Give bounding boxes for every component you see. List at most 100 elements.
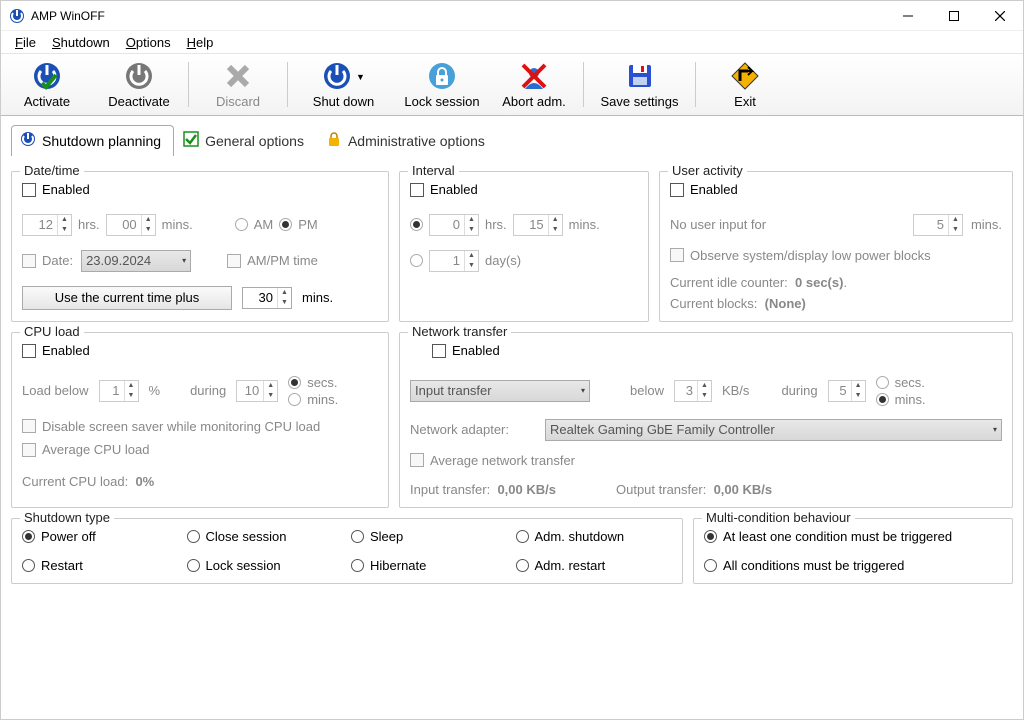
net-avg-checkbox[interactable]: Average network transfer	[410, 453, 575, 468]
menubar: File Shutdown Options Help	[1, 31, 1023, 53]
close-button[interactable]	[977, 1, 1023, 31]
transfer-type-dropdown[interactable]: Input transfer▾	[410, 380, 590, 402]
cpu-secs-radio[interactable]: secs.	[288, 375, 338, 390]
app-icon	[9, 8, 25, 24]
datetime-mins-spinner[interactable]: ▲▼	[106, 214, 156, 236]
adapter-dropdown[interactable]: Realtek Gaming GbE Family Controller▾	[545, 419, 1002, 441]
power-small-icon	[20, 131, 36, 150]
lock-session-radio[interactable]: Lock session	[187, 558, 344, 573]
interval-legend: Interval	[408, 163, 459, 178]
pm-radio[interactable]: PM	[279, 217, 318, 232]
tab-admin-label: Administrative options	[348, 133, 485, 149]
interval-mins-spinner[interactable]: ▲▼	[513, 214, 563, 236]
cpu-below-spinner[interactable]: ▲▼	[99, 380, 139, 402]
datetime-enabled-checkbox[interactable]: Enabled	[22, 182, 90, 197]
menu-options[interactable]: Options	[118, 33, 179, 52]
date-dropdown[interactable]: 23.09.2024▾	[81, 250, 191, 272]
activate-label: Activate	[24, 94, 70, 109]
power-blue-icon	[322, 60, 352, 92]
useractivity-enabled-checkbox[interactable]: Enabled	[670, 182, 738, 197]
cpu-group: CPU load Enabled Load below ▲▼ % during …	[11, 332, 389, 508]
save-settings-button[interactable]: Save settings	[587, 58, 692, 111]
net-below-spinner[interactable]: ▲▼	[674, 380, 712, 402]
observe-checkbox[interactable]: Observe system/display low power blocks	[670, 248, 931, 263]
exit-label: Exit	[734, 94, 756, 109]
tabbar: Shutdown planning General options Admini…	[1, 116, 1023, 155]
network-group: Network transfer Enabled Input transfer▾…	[399, 332, 1013, 508]
lock-small-icon	[326, 131, 342, 150]
abort-adm-button[interactable]: Abort adm.	[488, 58, 580, 111]
multicond-all-radio[interactable]: All conditions must be triggered	[704, 558, 1002, 573]
adm-shutdown-radio[interactable]: Adm. shutdown	[516, 529, 673, 544]
multicond-one-radio[interactable]: At least one condition must be triggered	[704, 529, 1002, 544]
poweroff-radio[interactable]: Power off	[22, 529, 179, 544]
menu-help[interactable]: Help	[179, 33, 222, 52]
datetime-group: Date/time Enabled ▲▼ hrs. ▲▼ mins. AM PM…	[11, 171, 389, 322]
close-session-radio[interactable]: Close session	[187, 529, 344, 544]
cpu-avg-checkbox[interactable]: Average CPU load	[22, 442, 149, 457]
interval-days-radio[interactable]	[410, 254, 423, 267]
deactivate-label: Deactivate	[108, 94, 169, 109]
power-gray-icon	[124, 60, 154, 92]
interval-hours-spinner[interactable]: ▲▼	[429, 214, 479, 236]
net-mins-radio[interactable]: mins.	[876, 392, 926, 407]
exit-button[interactable]: Exit	[699, 58, 791, 111]
app-window: AMP WinOFF File Shutdown Options Help Ac…	[0, 0, 1024, 720]
abort-label: Abort adm.	[502, 94, 566, 109]
interval-hrs-radio[interactable]	[410, 218, 423, 231]
cpu-mins-radio[interactable]: mins.	[288, 392, 338, 407]
interval-enabled-checkbox[interactable]: Enabled	[410, 182, 478, 197]
am-radio[interactable]: AM	[235, 217, 274, 232]
interval-group: Interval Enabled ▲▼ hrs. ▲▼ mins. ▲▼ day…	[399, 171, 649, 322]
discard-button[interactable]: Discard	[192, 58, 284, 111]
shutdown-label: Shut down	[313, 94, 374, 109]
interval-days-spinner[interactable]: ▲▼	[429, 250, 479, 272]
chevron-down-icon: ▼	[356, 72, 365, 82]
hibernate-radio[interactable]: Hibernate	[351, 558, 508, 573]
cpu-during-spinner[interactable]: ▲▼	[236, 380, 278, 402]
minimize-button[interactable]	[885, 1, 931, 31]
menu-file[interactable]: File	[7, 33, 44, 52]
tab-admin-options[interactable]: Administrative options	[317, 125, 498, 156]
shutdown-type-group: Shutdown type Power off Close session Sl…	[11, 518, 683, 584]
shutdown-type-legend: Shutdown type	[20, 510, 114, 525]
tab-shutdown-planning[interactable]: Shutdown planning	[11, 125, 174, 156]
cpu-enabled-checkbox[interactable]: Enabled	[22, 343, 90, 358]
lock-session-button[interactable]: Lock session	[396, 58, 488, 111]
menu-shutdown[interactable]: Shutdown	[44, 33, 118, 52]
discard-label: Discard	[216, 94, 260, 109]
multicond-group: Multi-condition behaviour At least one c…	[693, 518, 1013, 584]
deactivate-button[interactable]: Deactivate	[93, 58, 185, 111]
exit-icon	[730, 60, 760, 92]
maximize-button[interactable]	[931, 1, 977, 31]
net-enabled-checkbox[interactable]: Enabled	[432, 343, 500, 358]
noinput-spinner[interactable]: ▲▼	[913, 214, 963, 236]
tab-shutdown-label: Shutdown planning	[42, 133, 161, 149]
plus-mins-spinner[interactable]: ▲▼	[242, 287, 292, 309]
datetime-legend: Date/time	[20, 163, 84, 178]
adm-restart-radio[interactable]: Adm. restart	[516, 558, 673, 573]
activate-button[interactable]: Activate	[1, 58, 93, 111]
useractivity-legend: User activity	[668, 163, 747, 178]
tab-general-options[interactable]: General options	[174, 125, 317, 156]
sleep-radio[interactable]: Sleep	[351, 529, 508, 544]
lock-icon	[427, 60, 457, 92]
window-title: AMP WinOFF	[31, 9, 885, 23]
cpu-legend: CPU load	[20, 324, 84, 339]
check-green-icon	[183, 131, 199, 150]
lock-label: Lock session	[404, 94, 479, 109]
restart-radio[interactable]: Restart	[22, 558, 179, 573]
cpu-disabless-checkbox[interactable]: Disable screen saver while monitoring CP…	[22, 419, 320, 434]
net-during-spinner[interactable]: ▲▼	[828, 380, 866, 402]
tab-general-label: General options	[205, 133, 304, 149]
toolbar: Activate Deactivate Discard ▼ Shut down …	[1, 53, 1023, 116]
shutdown-button[interactable]: ▼ Shut down	[291, 58, 396, 111]
ampm-checkbox[interactable]: AM/PM time	[227, 253, 318, 268]
power-check-icon	[32, 60, 62, 92]
datetime-hours-spinner[interactable]: ▲▼	[22, 214, 72, 236]
date-checkbox[interactable]: Date:	[22, 253, 73, 268]
titlebar: AMP WinOFF	[1, 1, 1023, 31]
use-current-time-button[interactable]: Use the current time plus	[22, 286, 232, 310]
net-secs-radio[interactable]: secs.	[876, 375, 926, 390]
tab-content: Date/time Enabled ▲▼ hrs. ▲▼ mins. AM PM…	[1, 155, 1023, 719]
